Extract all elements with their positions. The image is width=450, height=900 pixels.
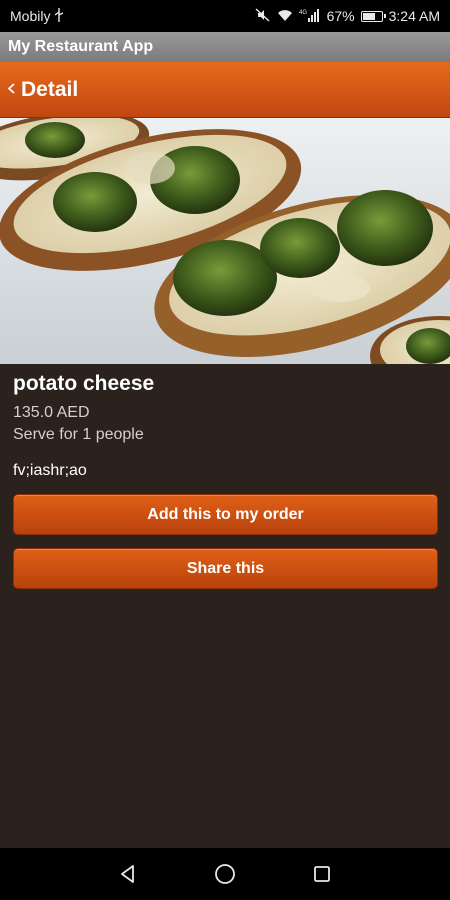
status-time: 3:24 AM [388,8,440,24]
item-serve: Serve for 1 people [13,426,144,443]
item-price: 135.0 AED [13,404,90,421]
mute-icon [255,7,271,25]
item-description: fv;iashr;ao [13,462,87,479]
detail-header: Detail [0,62,450,118]
battery-icon [360,10,386,22]
home-circle-icon[interactable] [207,856,243,892]
signal-icon: 4G [299,8,321,25]
food-image [0,118,450,364]
app-title: My Restaurant App [8,38,154,55]
status-bar: Mobily 4G 67% 3:24 AM [0,0,450,32]
usb-icon [54,7,64,25]
wifi-icon [277,8,293,25]
app-title-bar: My Restaurant App [0,32,450,62]
share-button[interactable]: Share this [13,548,438,589]
battery-percent: 67% [326,8,355,24]
recents-square-icon[interactable] [304,856,340,892]
status-left: Mobily [10,7,64,25]
status-right: 4G 67% 3:24 AM [255,7,440,25]
back-button[interactable]: Detail [7,77,79,102]
back-triangle-icon[interactable] [110,856,146,892]
item-name: potato cheese [13,372,155,395]
page-title: Detail [21,77,79,101]
network-type-label: 4G [299,10,307,16]
chevron-left-icon [7,81,15,97]
navigation-bar [0,848,450,900]
add-to-order-button[interactable]: Add this to my order [13,494,438,535]
item-details: potato cheese 135.0 AED Serve for 1 peop… [13,372,439,482]
carrier-label: Mobily [10,8,51,24]
